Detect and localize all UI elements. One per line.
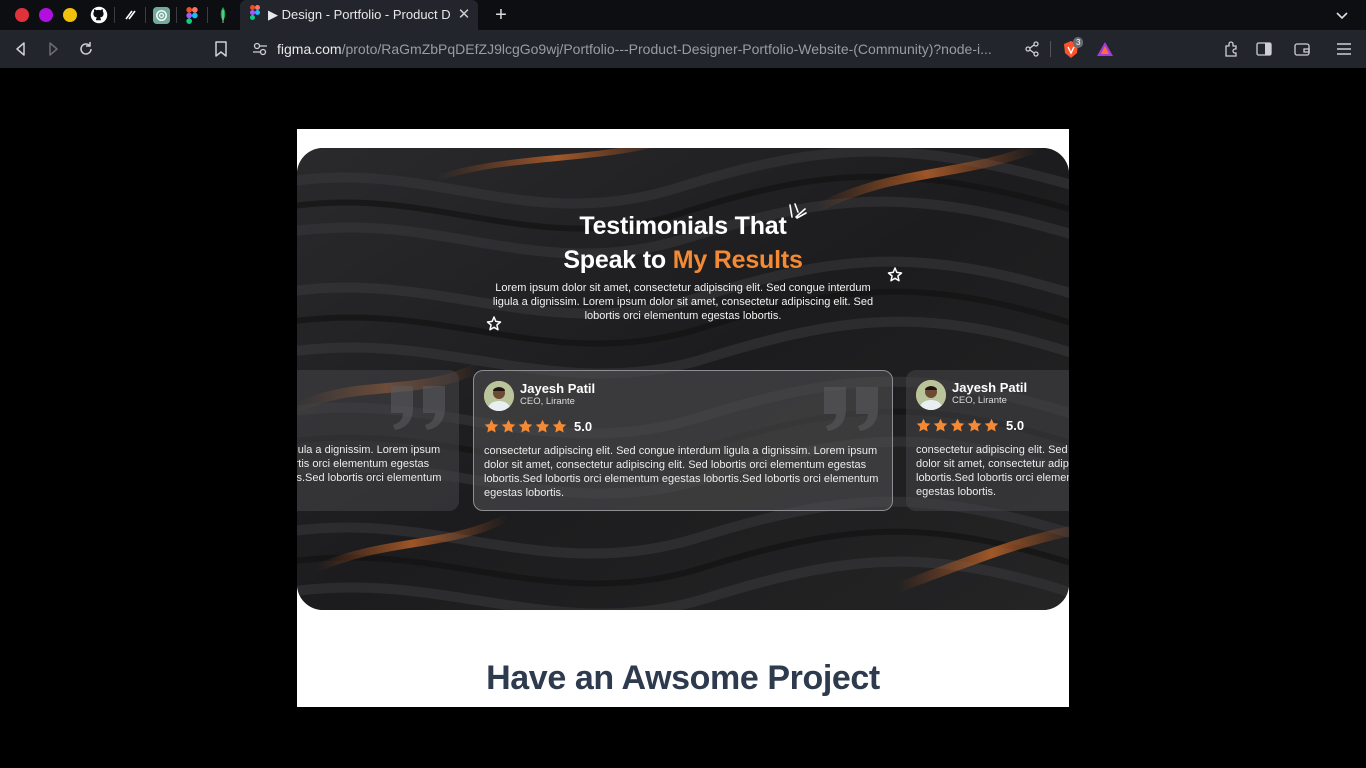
reviewer-name: Jayesh Patil <box>520 381 596 396</box>
tab-separator <box>176 7 177 23</box>
forward-icon[interactable] <box>44 40 62 58</box>
section-description: Lorem ipsum dolor sit amet, consectetur … <box>492 282 874 322</box>
quote-mark-icon <box>391 386 445 430</box>
tab-separator <box>207 7 208 23</box>
figma-prototype-viewport: Testimonials That Speak to My Results Lo… <box>0 68 1366 768</box>
slash-app-tab-icon[interactable] <box>120 5 140 25</box>
brave-rewards-icon[interactable] <box>1096 40 1114 58</box>
close-window-dot[interactable] <box>15 8 29 22</box>
star-icon <box>501 419 516 433</box>
reviewer-name: Jayesh Patil <box>952 380 1028 395</box>
leaf-tab-icon[interactable] <box>213 5 233 25</box>
star-doodle-icon <box>486 316 502 331</box>
section-title-line2: Speak to My Results <box>563 246 803 274</box>
quote-mark-icon <box>824 387 878 431</box>
prototype-frame: Testimonials That Speak to My Results Lo… <box>297 129 1069 707</box>
figma-tab-icon[interactable] <box>182 5 202 25</box>
testimonial-card-next[interactable]: Jayesh Patil CEO, Lirante 5.0 consectetu… <box>906 370 1069 511</box>
new-tab-button[interactable]: + <box>490 4 512 26</box>
share-icon[interactable] <box>1023 40 1041 58</box>
url-field[interactable]: figma.com/proto/RaGmZbPqDEfZJ9lcgGo9wj/P… <box>277 41 1013 57</box>
star-doodle-icon <box>887 267 903 282</box>
testimonial-text: consectetur adipiscing elit. Sed congue … <box>297 444 442 484</box>
testimonial-card-active[interactable]: Jayesh Patil CEO, Lirante 5.0 consectetu… <box>473 370 893 511</box>
star-icon <box>916 418 931 432</box>
testimonial-text: consectetur adipiscing elit. Sed congue … <box>916 444 1069 498</box>
back-icon[interactable] <box>12 40 30 58</box>
avatar <box>484 381 514 411</box>
rating-stars: 5.0 <box>916 418 1024 433</box>
wallet-icon[interactable] <box>1293 40 1311 58</box>
sidebar-icon[interactable] <box>1255 40 1273 58</box>
close-tab-icon[interactable]: ✕ <box>456 7 472 23</box>
star-icon <box>535 419 550 433</box>
star-icon <box>967 418 982 432</box>
project-cta-heading: Have an Awsome Project <box>486 659 880 697</box>
github-tab-icon[interactable] <box>89 5 109 25</box>
star-icon <box>933 418 948 432</box>
extensions-icon[interactable] <box>1223 40 1241 58</box>
pinned-purple-dot[interactable] <box>39 8 53 22</box>
star-icon <box>518 419 533 433</box>
section-title-line1: Testimonials That <box>579 212 787 240</box>
reload-icon[interactable] <box>77 40 95 58</box>
reviewer-role: CEO, Lirante <box>520 396 575 407</box>
figma-tab-icon <box>250 5 260 25</box>
site-settings-icon[interactable] <box>251 40 269 58</box>
rating-value: 5.0 <box>574 419 593 434</box>
testimonial-card-prev[interactable]: consectetur adipiscing elit. Sed congue … <box>297 370 459 511</box>
reviewer-role: CEO, Lirante <box>952 395 1007 406</box>
avatar <box>916 380 946 410</box>
shields-count-badge: 3 <box>1073 37 1084 48</box>
testimonials-section: Testimonials That Speak to My Results Lo… <box>297 148 1069 610</box>
tab-active-figma[interactable]: ▶ Design - Portfolio - Product Designer … <box>240 0 478 30</box>
testimonial-text: consectetur adipiscing elit. Sed congue … <box>484 445 879 499</box>
rating-value: 5.0 <box>1006 418 1025 433</box>
toolbar-separator <box>1050 41 1051 57</box>
tab-separator <box>114 7 115 23</box>
star-icon <box>950 418 965 432</box>
star-icon <box>984 418 999 432</box>
chatgpt-tab-icon[interactable] <box>151 5 171 25</box>
pinned-yellow-dot[interactable] <box>63 8 77 22</box>
tab-title: ▶ Design - Portfolio - Product Designer … <box>268 7 450 22</box>
star-icon <box>484 419 499 433</box>
bookmark-icon[interactable] <box>213 40 231 58</box>
chevron-down-icon[interactable] <box>1334 7 1350 23</box>
rating-stars: 5.0 <box>484 419 592 434</box>
star-icon <box>552 419 567 433</box>
address-toolbar: figma.com/proto/RaGmZbPqDEfZJ9lcgGo9wj/P… <box>0 30 1366 68</box>
tab-separator <box>145 7 146 23</box>
browser-tab-bar: ▶ Design - Portfolio - Product Designer … <box>0 0 1366 30</box>
menu-icon[interactable] <box>1335 40 1353 58</box>
